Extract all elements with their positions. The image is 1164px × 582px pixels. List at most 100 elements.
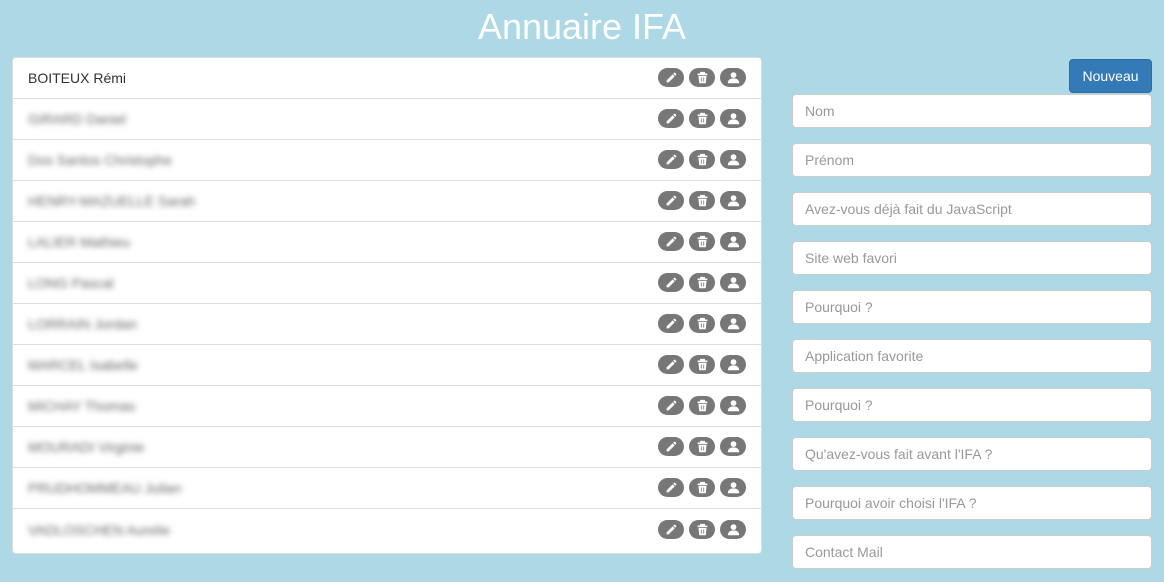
trash-icon <box>697 399 707 412</box>
pencil-icon <box>666 400 676 411</box>
delete-button[interactable] <box>689 355 715 374</box>
edit-button[interactable] <box>658 478 684 497</box>
row-actions <box>658 191 746 210</box>
user-icon <box>727 318 739 330</box>
delete-button[interactable] <box>689 273 715 292</box>
pencil-icon <box>666 113 676 124</box>
row-actions <box>658 68 746 87</box>
prenom-field[interactable] <box>792 143 1152 177</box>
row-actions <box>658 355 746 374</box>
delete-button[interactable] <box>689 478 715 497</box>
trash-icon <box>697 71 707 84</box>
row-actions <box>658 519 746 539</box>
trash-icon <box>697 481 707 494</box>
contact-name: MICHAY Thomas <box>28 398 136 414</box>
edit-button[interactable] <box>658 191 684 210</box>
list-item: Dos Santos Christophe <box>13 140 761 181</box>
trash-icon <box>697 317 707 330</box>
contact-name: PRUDHOMMEAU Julian <box>28 480 182 496</box>
favorite-website-field[interactable] <box>792 241 1152 275</box>
edit-button[interactable] <box>658 519 684 539</box>
delete-button[interactable] <box>689 437 715 456</box>
user-icon <box>727 195 739 207</box>
trash-icon <box>697 276 707 289</box>
list-item: MOURADI Virginie <box>13 427 761 468</box>
profile-button[interactable] <box>720 68 746 87</box>
delete-button[interactable] <box>689 109 715 128</box>
delete-button[interactable] <box>689 519 715 539</box>
contact-mail-field[interactable] <box>792 535 1152 569</box>
contact-name: VADLOSCHEN Aurelie <box>28 521 171 538</box>
delete-button[interactable] <box>689 232 715 251</box>
app-reason-field[interactable] <box>792 388 1152 422</box>
pencil-icon <box>666 441 676 452</box>
trash-icon <box>697 523 707 535</box>
edit-button[interactable] <box>658 396 684 415</box>
edit-button[interactable] <box>658 273 684 292</box>
user-icon <box>727 236 739 248</box>
pencil-icon <box>666 277 676 288</box>
pencil-icon <box>666 359 676 370</box>
profile-button[interactable] <box>720 109 746 128</box>
edit-button[interactable] <box>658 68 684 87</box>
profile-button[interactable] <box>720 396 746 415</box>
why-ifa-field[interactable] <box>792 486 1152 520</box>
row-actions <box>658 232 746 251</box>
row-actions <box>658 273 746 292</box>
row-actions <box>658 437 746 456</box>
contact-name: LONG Pascal <box>28 275 114 291</box>
favorite-app-field[interactable] <box>792 339 1152 373</box>
new-button[interactable]: Nouveau <box>1069 59 1152 93</box>
delete-button[interactable] <box>689 150 715 169</box>
pencil-icon <box>666 318 676 329</box>
user-icon <box>727 523 739 535</box>
profile-button[interactable] <box>720 150 746 169</box>
user-icon <box>727 154 739 166</box>
edit-button[interactable] <box>658 109 684 128</box>
user-icon <box>727 482 739 494</box>
edit-button[interactable] <box>658 314 684 333</box>
page-title: Annuaire IFA <box>477 6 687 47</box>
list-item: BOITEUX Rémi <box>13 58 761 99</box>
contact-name: HENRY-MAZUELLE Sarah <box>28 193 196 209</box>
list-item: MARCEL Isabelle <box>13 345 761 386</box>
list-item: HENRY-MAZUELLE Sarah <box>13 181 761 222</box>
user-icon <box>727 441 739 453</box>
row-actions <box>658 150 746 169</box>
profile-button[interactable] <box>720 519 746 539</box>
row-actions <box>658 478 746 497</box>
before-ifa-field[interactable] <box>792 437 1152 471</box>
user-icon <box>727 359 739 371</box>
contact-name: MARCEL Isabelle <box>28 357 138 373</box>
delete-button[interactable] <box>689 396 715 415</box>
user-icon <box>727 72 739 84</box>
profile-button[interactable] <box>720 478 746 497</box>
pencil-icon <box>666 154 676 165</box>
edit-button[interactable] <box>658 355 684 374</box>
profile-button[interactable] <box>720 437 746 456</box>
profile-button[interactable] <box>720 232 746 251</box>
delete-button[interactable] <box>689 68 715 87</box>
delete-button[interactable] <box>689 191 715 210</box>
list-item: LORRAIN Jordan <box>13 304 761 345</box>
row-actions <box>658 396 746 415</box>
user-icon <box>727 113 739 125</box>
profile-button[interactable] <box>720 273 746 292</box>
edit-button[interactable] <box>658 150 684 169</box>
contact-name: LORRAIN Jordan <box>28 316 137 332</box>
list-item: GIRARD Daniel <box>13 99 761 140</box>
delete-button[interactable] <box>689 314 715 333</box>
list-item: MICHAY Thomas <box>13 386 761 427</box>
nom-field[interactable] <box>792 94 1152 128</box>
website-reason-field[interactable] <box>792 290 1152 324</box>
trash-icon <box>697 153 707 166</box>
edit-button[interactable] <box>658 232 684 251</box>
pencil-icon <box>666 524 676 534</box>
profile-button[interactable] <box>720 191 746 210</box>
contact-list: BOITEUX Rémi GIRARD Daniel Dos Santos Ch… <box>12 57 762 554</box>
profile-button[interactable] <box>720 314 746 333</box>
javascript-experience-field[interactable] <box>792 192 1152 226</box>
edit-button[interactable] <box>658 437 684 456</box>
pencil-icon <box>666 482 676 493</box>
profile-button[interactable] <box>720 355 746 374</box>
